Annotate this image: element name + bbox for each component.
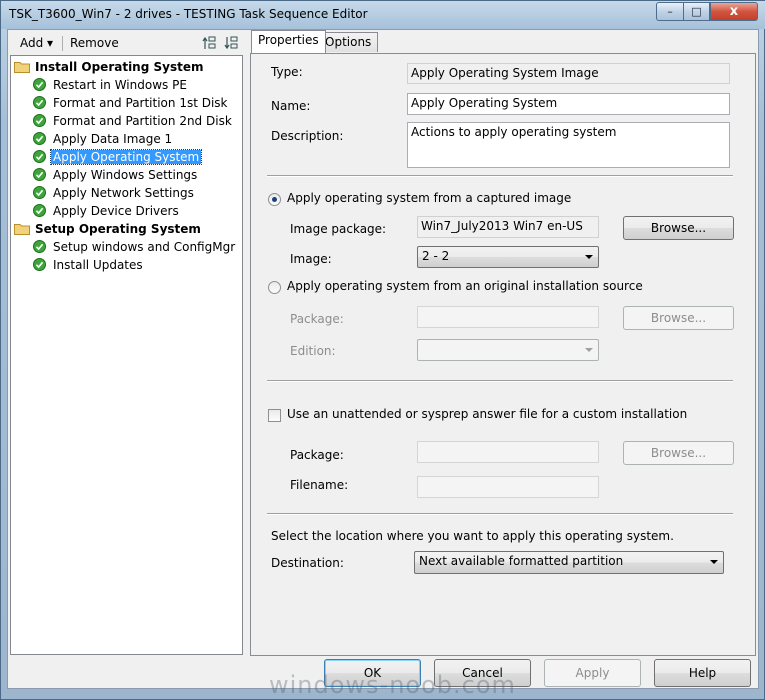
tree-group-install-os[interactable]: Install Operating System	[14, 59, 205, 76]
tree-item-label: Apply Network Settings	[53, 186, 194, 200]
task-sequence-tree[interactable]: Install Operating System Restart in Wind…	[10, 55, 243, 655]
tree-item-format-disk-1[interactable]: Format and Partition 1st Disk	[33, 95, 230, 112]
image-select[interactable]: 2 - 2	[417, 246, 599, 268]
tree-item-label: Install Updates	[53, 258, 143, 272]
image-package-field: Win7_July2013 Win7 en-US	[417, 216, 599, 238]
tree-group-label: Setup Operating System	[35, 222, 201, 236]
captured-image-label: Apply operating system from a captured i…	[287, 191, 572, 205]
filename-field	[417, 476, 599, 498]
destination-select-value: Next available formatted partition	[419, 554, 624, 568]
success-check-icon	[33, 78, 46, 91]
window-frame: TSK_T3600_Win7 - 2 drives - TESTING Task…	[0, 0, 765, 700]
name-label: Name:	[271, 99, 311, 113]
type-field: Apply Operating System Image	[407, 63, 730, 84]
properties-panel: Type: Apply Operating System Image Name:…	[250, 53, 756, 656]
tree-item-format-disk-2[interactable]: Format and Partition 2nd Disk	[33, 113, 234, 130]
apply-button[interactable]: Apply	[544, 659, 641, 687]
description-field[interactable]: Actions to apply operating system	[407, 122, 730, 168]
success-check-icon	[33, 204, 46, 217]
tree-item-label: Apply Windows Settings	[53, 168, 198, 182]
minimize-button[interactable]: –	[656, 2, 683, 21]
tree-item-apply-data-image[interactable]: Apply Data Image 1	[33, 131, 174, 148]
section-divider	[267, 513, 733, 515]
original-package-field	[417, 306, 599, 328]
sequence-toolbar: Add ▾ Remove	[10, 32, 243, 54]
tree-group-setup-os[interactable]: Setup Operating System	[14, 221, 203, 238]
tab-properties[interactable]: Properties	[251, 30, 326, 53]
tab-options[interactable]: Options	[318, 32, 379, 52]
edition-select[interactable]	[417, 339, 599, 361]
window-title: TSK_T3600_Win7 - 2 drives - TESTING Task…	[9, 7, 368, 21]
title-bar[interactable]: TSK_T3600_Win7 - 2 drives - TESTING Task…	[1, 1, 765, 29]
watermark-text: windows-noob.com	[269, 671, 516, 699]
tree-item-label: Apply Device Drivers	[53, 204, 179, 218]
destination-select[interactable]: Next available formatted partition	[414, 551, 724, 574]
edition-label: Edition:	[290, 344, 336, 358]
unattend-package-browse-button[interactable]: Browse...	[623, 441, 734, 465]
folder-icon	[14, 62, 30, 73]
toolbar-divider	[62, 36, 63, 51]
tree-item-restart-winpe[interactable]: Restart in Windows PE	[33, 77, 189, 94]
maximize-button[interactable]: □	[683, 2, 710, 21]
section-divider	[267, 175, 733, 177]
tree-group-label: Install Operating System	[35, 60, 204, 74]
chevron-down-icon	[585, 348, 593, 352]
tree-item-label: Restart in Windows PE	[53, 78, 187, 92]
move-down-icon[interactable]	[224, 35, 238, 51]
destination-intro-text: Select the location where you want to ap…	[271, 529, 674, 543]
original-source-radio[interactable]	[268, 281, 281, 294]
captured-image-radio[interactable]	[268, 193, 281, 206]
tree-item-label: Format and Partition 1st Disk	[53, 96, 228, 110]
image-select-value: 2 - 2	[422, 249, 450, 263]
destination-label: Destination:	[271, 556, 344, 570]
success-check-icon	[33, 168, 46, 181]
chevron-down-icon	[710, 560, 718, 564]
remove-button[interactable]: Remove	[70, 36, 119, 50]
name-field[interactable]: Apply Operating System	[407, 93, 730, 115]
close-button[interactable]: x	[710, 2, 758, 21]
help-button[interactable]: Help	[654, 659, 751, 687]
tree-item-setup-windows-configmgr[interactable]: Setup windows and ConfigMgr	[33, 239, 237, 256]
success-check-icon	[33, 114, 46, 127]
original-package-browse-button[interactable]: Browse...	[623, 306, 734, 330]
success-check-icon	[33, 132, 46, 145]
folder-icon	[14, 224, 30, 235]
tree-item-apply-device-drivers[interactable]: Apply Device Drivers	[33, 203, 181, 220]
editor-client-area: Add ▾ Remove Install Operating System Re…	[7, 29, 759, 689]
tree-item-label: Apply Data Image 1	[53, 132, 173, 146]
success-check-icon	[33, 240, 46, 253]
tree-item-label: Setup windows and ConfigMgr	[53, 240, 236, 254]
add-menu-button[interactable]: Add ▾	[20, 36, 53, 50]
unattend-label: Use an unattended or sysprep answer file…	[287, 407, 688, 421]
image-package-label: Image package:	[290, 222, 387, 236]
original-package-label: Package:	[290, 312, 344, 326]
tree-item-apply-windows-settings[interactable]: Apply Windows Settings	[33, 167, 199, 184]
chevron-down-icon	[585, 255, 593, 259]
unattend-package-label: Package:	[290, 448, 344, 462]
success-check-icon	[33, 150, 46, 163]
success-check-icon	[33, 186, 46, 199]
filename-label: Filename:	[290, 478, 349, 492]
unattend-package-field	[417, 441, 599, 463]
description-label: Description:	[271, 129, 344, 143]
unattend-checkbox[interactable]	[268, 409, 281, 422]
tree-item-apply-network-settings[interactable]: Apply Network Settings	[33, 185, 196, 202]
type-label: Type:	[271, 65, 303, 79]
tree-item-install-updates[interactable]: Install Updates	[33, 257, 145, 274]
tree-item-label: Format and Partition 2nd Disk	[53, 114, 232, 128]
success-check-icon	[33, 258, 46, 271]
original-source-label: Apply operating system from an original …	[287, 279, 643, 293]
image-package-browse-button[interactable]: Browse...	[623, 216, 734, 240]
tree-item-apply-os[interactable]: Apply Operating System	[33, 149, 203, 166]
image-label: Image:	[290, 252, 332, 266]
tree-item-label: Apply Operating System	[49, 149, 203, 165]
success-check-icon	[33, 96, 46, 109]
move-up-icon[interactable]	[202, 35, 216, 51]
section-divider	[267, 380, 733, 382]
